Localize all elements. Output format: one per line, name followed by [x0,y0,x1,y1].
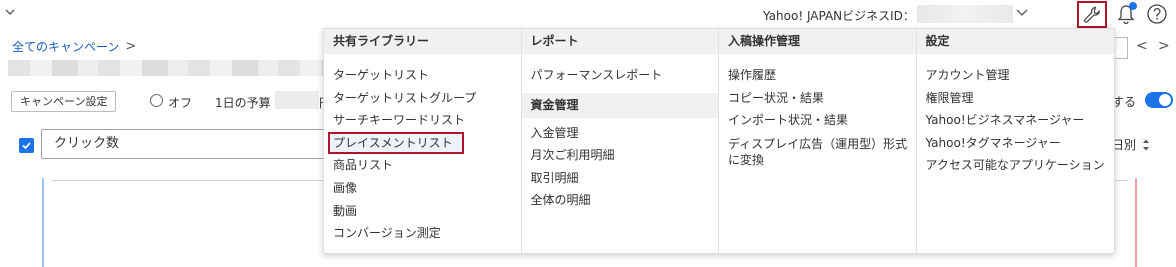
menu-item-copy-status[interactable]: コピー状況・結果 [719,87,916,110]
menu-item-performance-report[interactable]: パフォーマンスレポート [522,64,719,87]
menu-subsection-title: 資金管理 [521,92,718,118]
prev-period-button[interactable]: < [1136,38,1148,54]
menu-column-title: 共有ライブラリー [324,29,521,54]
menu-item-import-status[interactable]: インポート状況・結果 [719,109,916,132]
menu-item-operation-history[interactable]: 操作履歴 [719,64,916,87]
menu-column-reports: レポート パフォーマンスレポート 資金管理 入金管理 月次ご利用明細 取引明細 … [521,29,719,253]
menu-item-all-details[interactable]: 全体の明細 [522,189,719,212]
menu-column-shared-library: 共有ライブラリー ターゲットリスト ターゲットリストグループ サーチキーワードリ… [324,29,522,253]
status-off-label: オフ [168,96,193,110]
tools-button[interactable] [1077,1,1107,28]
daily-budget-value [275,91,319,109]
chevron-down-icon[interactable] [4,6,16,18]
menu-item-transaction-details[interactable]: 取引明細 [522,167,719,190]
business-id-value [917,5,1013,23]
period-select[interactable]: 日別 [1112,136,1150,153]
menu-item-deposit-management[interactable]: 入金管理 [522,122,719,145]
menu-column-title: レポート [521,29,718,54]
menu-item-monthly-statement[interactable]: 月次ご利用明細 [522,144,719,167]
top-header: Yahoo! JAPANビジネスID： [0,0,1176,30]
menu-item-tag-manager[interactable]: Yahoo!タグマネージャー [917,132,1115,155]
period-select-value: 日別 [1112,138,1137,152]
metric-checkbox[interactable] [19,138,34,153]
compare-toggle[interactable] [1145,92,1173,108]
menu-item-account-management[interactable]: アカウント管理 [917,64,1115,87]
breadcrumb-separator: > [125,39,137,54]
menu-column-settings: 設定 アカウント管理 権限管理 Yahoo!ビジネスマネージャー Yahoo!タ… [916,29,1115,253]
campaign-name-masked [8,60,324,76]
menu-item-permissions[interactable]: 権限管理 [917,87,1115,110]
campaign-settings-button[interactable]: キャンペーン設定 [11,91,117,112]
chart-right-axis [1135,178,1137,267]
menu-item-images[interactable]: 画像 [324,177,521,200]
status-off-radio[interactable] [150,94,163,107]
toggle-label: する [1112,95,1137,109]
menu-column-title: 入稿操作管理 [719,29,916,54]
menu-item-target-list-group[interactable]: ターゲットリストグループ [324,87,521,110]
menu-item-conversion-tracking[interactable]: コンバージョン測定 [324,222,521,245]
chart-left-axis [42,178,44,267]
metric-select[interactable]: クリック数 [41,129,341,159]
breadcrumb: 全てのキャンペーン > [12,38,136,55]
tools-dropdown-menu: 共有ライブラリー ターゲットリスト ターゲットリストグループ サーチキーワードリ… [323,28,1115,254]
sort-arrows-icon [1143,139,1150,150]
wrench-icon [1083,6,1100,23]
menu-item-product-list[interactable]: 商品リスト [324,154,521,177]
daily-budget-label: 1日の予算 [215,96,271,110]
menu-column-title: 設定 [916,29,1114,54]
check-icon [22,142,31,150]
breadcrumb-all-campaigns[interactable]: 全てのキャンペーン [12,38,119,55]
business-id-label: Yahoo! JAPANビジネスID： [763,9,915,23]
menu-item-target-list[interactable]: ターゲットリスト [324,64,521,87]
menu-item-business-manager[interactable]: Yahoo!ビジネスマネージャー [917,109,1115,132]
menu-item-placement-list[interactable]: プレイスメントリスト [328,131,464,155]
menu-item-search-keyword-list[interactable]: サーチキーワードリスト [324,109,521,132]
menu-item-accessible-apps[interactable]: アクセス可能なアプリケーション [917,154,1115,177]
chevron-down-icon[interactable] [1016,8,1028,18]
menu-item-videos[interactable]: 動画 [324,200,521,223]
next-period-button[interactable]: > [1158,38,1170,54]
menu-item-convert-display-ads[interactable]: ディスプレイ広告（運用型）形式に変換 [719,132,916,168]
notification-dot [1129,2,1137,10]
menu-column-upload-management: 入稿操作管理 操作履歴 コピー状況・結果 インポート状況・結果 ディスプレイ広告… [719,29,917,253]
help-icon[interactable] [1146,3,1168,25]
